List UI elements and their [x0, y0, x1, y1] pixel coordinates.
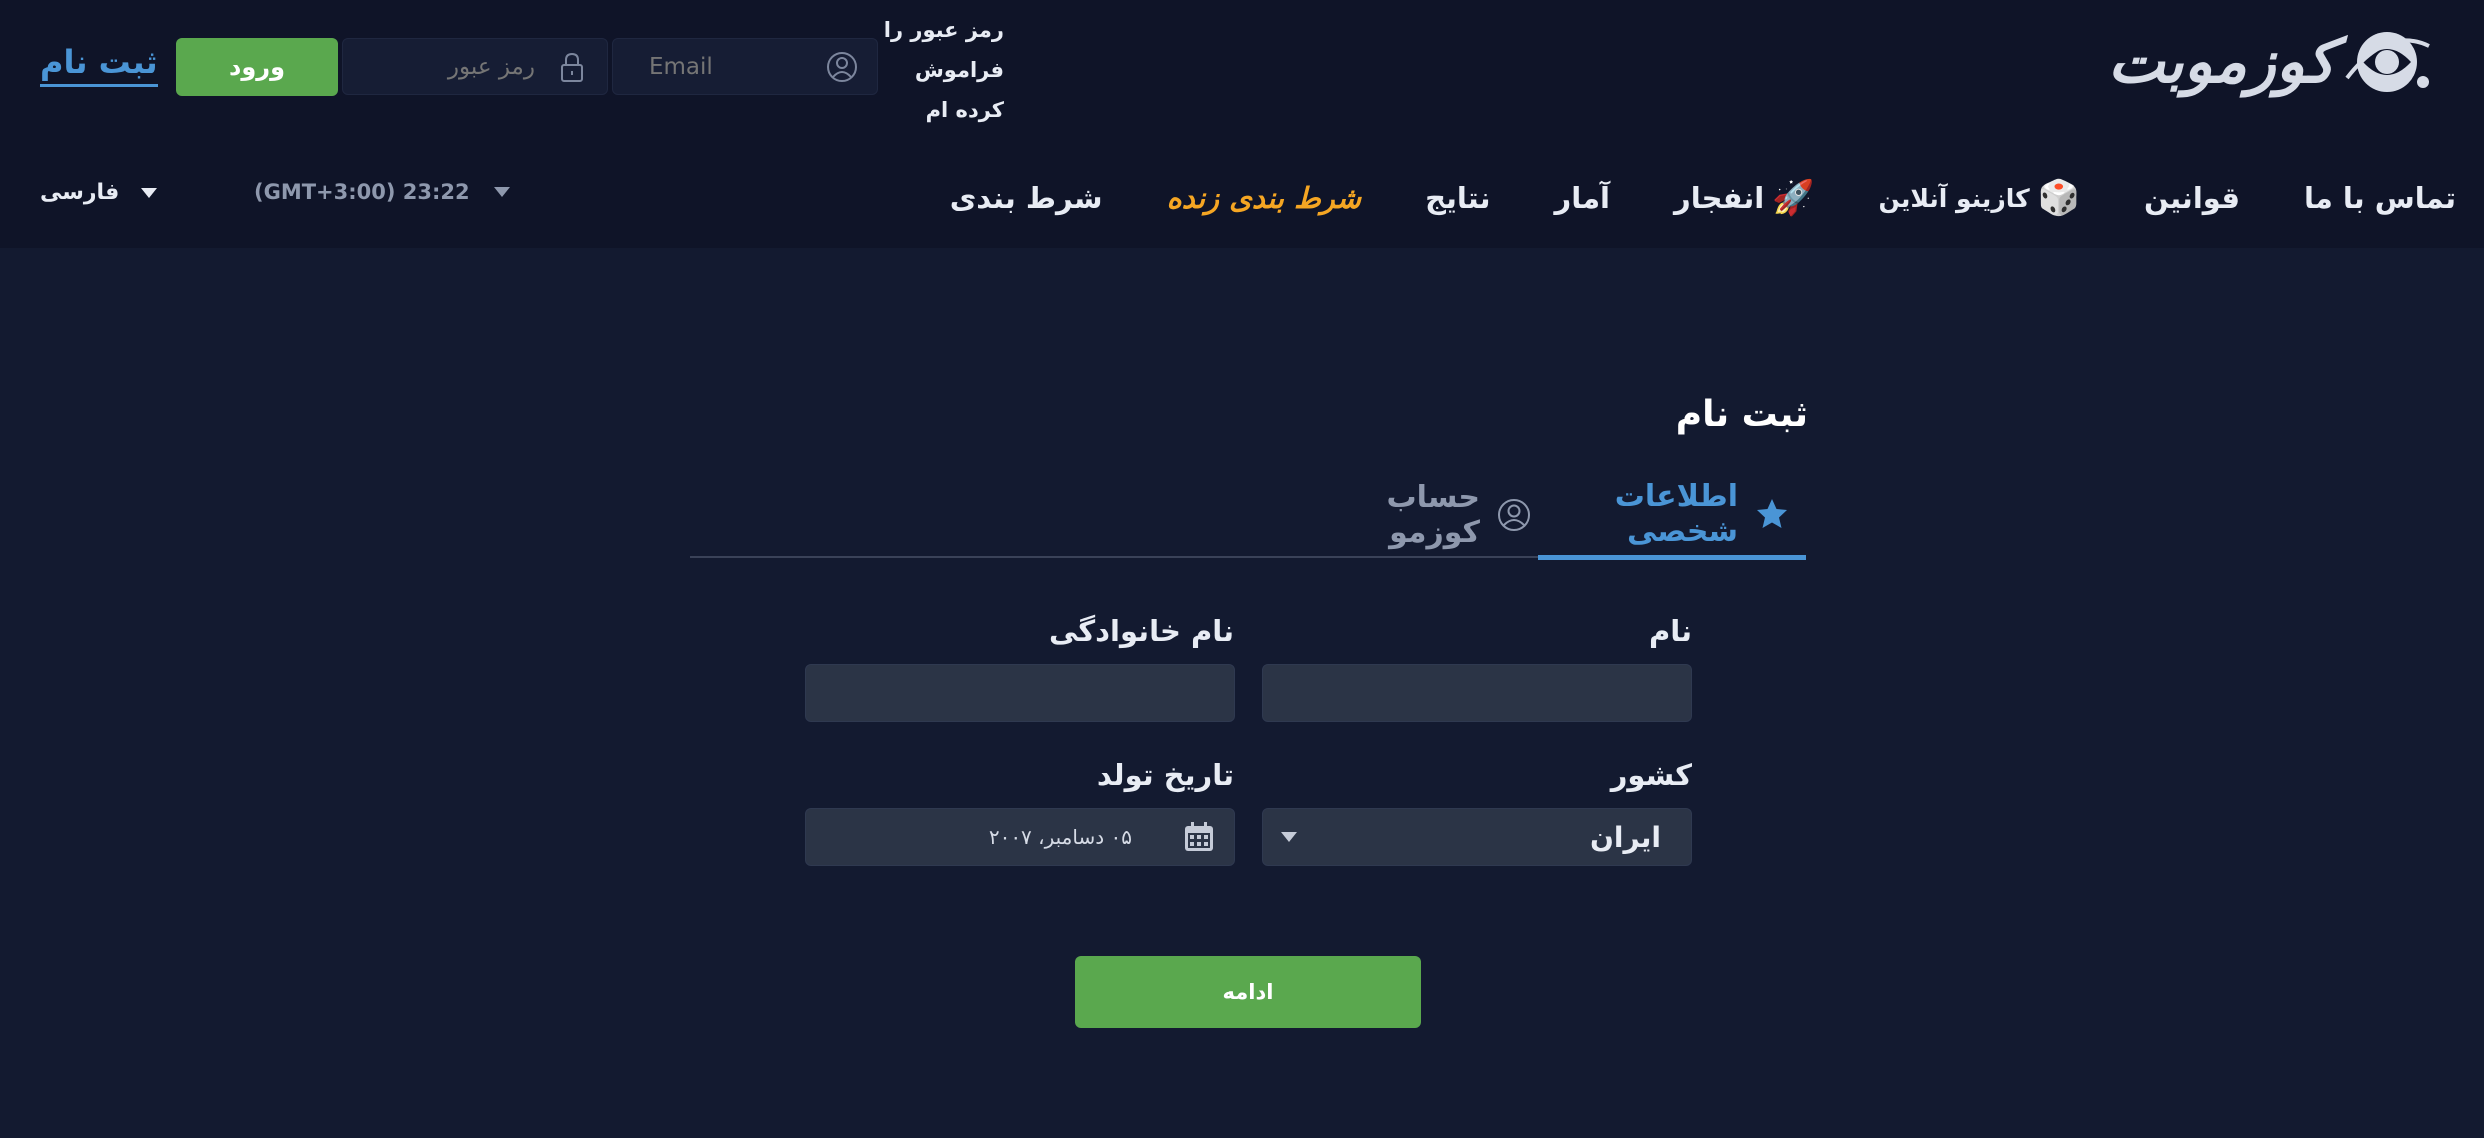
- login-button[interactable]: ورود: [176, 38, 338, 96]
- nav-label: شرط بندی زنده: [1166, 181, 1362, 215]
- nav-item-crash[interactable]: 🚀 انفجار: [1674, 181, 1815, 215]
- rocket-icon: 🚀: [1772, 178, 1815, 218]
- lock-icon: [561, 52, 583, 82]
- chevron-down-icon: [141, 187, 158, 198]
- country-select[interactable]: ایران: [1262, 808, 1692, 866]
- password-field[interactable]: [342, 38, 608, 95]
- country-value: ایران: [1589, 820, 1661, 854]
- nav-item-stats[interactable]: آمار: [1555, 181, 1610, 215]
- calendar-icon: [1185, 822, 1213, 851]
- last-name-field[interactable]: [805, 664, 1235, 722]
- forgot-password-link[interactable]: رمز عبور را فراموش کرده ام: [880, 10, 1004, 130]
- top-bar: کوزموبت رمز عبور را فراموش کرده ام ورود …: [0, 0, 2484, 248]
- chevron-down-icon: [493, 187, 510, 197]
- nav-label: آمار: [1554, 181, 1610, 215]
- email-input[interactable]: [647, 52, 807, 81]
- main-nav: شرط بندی شرط بندی زنده نتایج آمار 🚀 انفج…: [950, 168, 2456, 228]
- first-name-field[interactable]: [1262, 664, 1692, 722]
- globe-logo-icon: [2345, 32, 2431, 92]
- tab-personal-info[interactable]: اطلاعات شخصی: [1538, 472, 1806, 560]
- nav-item-casino[interactable]: 🎲 کازینو آنلاین: [1879, 181, 2080, 215]
- nav-item-results[interactable]: نتایج: [1425, 181, 1490, 215]
- first-name-label: نام: [1648, 614, 1692, 648]
- logo-text: کوزموبت: [2108, 27, 2337, 97]
- nav-label: کازینو آنلاین: [1878, 183, 2030, 213]
- page-title: ثبت نام: [1675, 394, 1808, 435]
- nav-item-contact[interactable]: تماس با ما: [2304, 181, 2456, 215]
- dob-field[interactable]: ۰۵ دسامبر، ۲۰۰۷: [805, 808, 1235, 866]
- nav-label: قوانین: [2144, 181, 2240, 215]
- password-input[interactable]: [377, 52, 537, 81]
- form-tabs: اطلاعات شخصی حساب کوزمو: [690, 472, 1806, 560]
- timezone-selector[interactable]: (GMT+3:00) 23:22: [254, 180, 510, 204]
- tab-cosmo-account[interactable]: حساب کوزمو: [1292, 472, 1532, 558]
- dice-icon: 🎲: [2037, 178, 2080, 218]
- nav-item-betting[interactable]: شرط بندی: [950, 181, 1103, 215]
- continue-button[interactable]: ادامه: [1075, 956, 1421, 1028]
- nav-item-rules[interactable]: قوانین: [2144, 181, 2240, 215]
- timezone-value: (GMT+3:00) 23:22: [254, 180, 470, 204]
- user-icon: [827, 51, 857, 82]
- nav-label: شرط بندی: [949, 181, 1103, 215]
- last-name-label: نام خانوادگی: [1048, 614, 1234, 648]
- chevron-down-icon: [1281, 832, 1297, 842]
- brand-logo[interactable]: کوزموبت: [2108, 26, 2454, 98]
- nav-label: انفجار: [1674, 181, 1765, 215]
- language-value: فارسی: [40, 180, 120, 205]
- tab-label: اطلاعات شخصی: [1614, 478, 1738, 549]
- language-selector[interactable]: فارسی: [40, 180, 158, 205]
- email-field[interactable]: [612, 38, 878, 95]
- star-icon: [1757, 498, 1787, 528]
- country-label: کشور: [1610, 758, 1692, 792]
- nav-label: نتایج: [1425, 181, 1491, 215]
- nav-label: تماس با ما: [2303, 181, 2456, 215]
- tab-label: حساب کوزمو: [1386, 480, 1480, 550]
- dob-label: تاریخ تولد: [1096, 758, 1234, 792]
- register-link[interactable]: ثبت نام: [40, 40, 158, 87]
- user-circle-icon: [1498, 499, 1530, 531]
- dob-value: ۰۵ دسامبر، ۲۰۰۷: [988, 825, 1132, 849]
- nav-item-live-betting[interactable]: شرط بندی زنده: [1167, 181, 1362, 215]
